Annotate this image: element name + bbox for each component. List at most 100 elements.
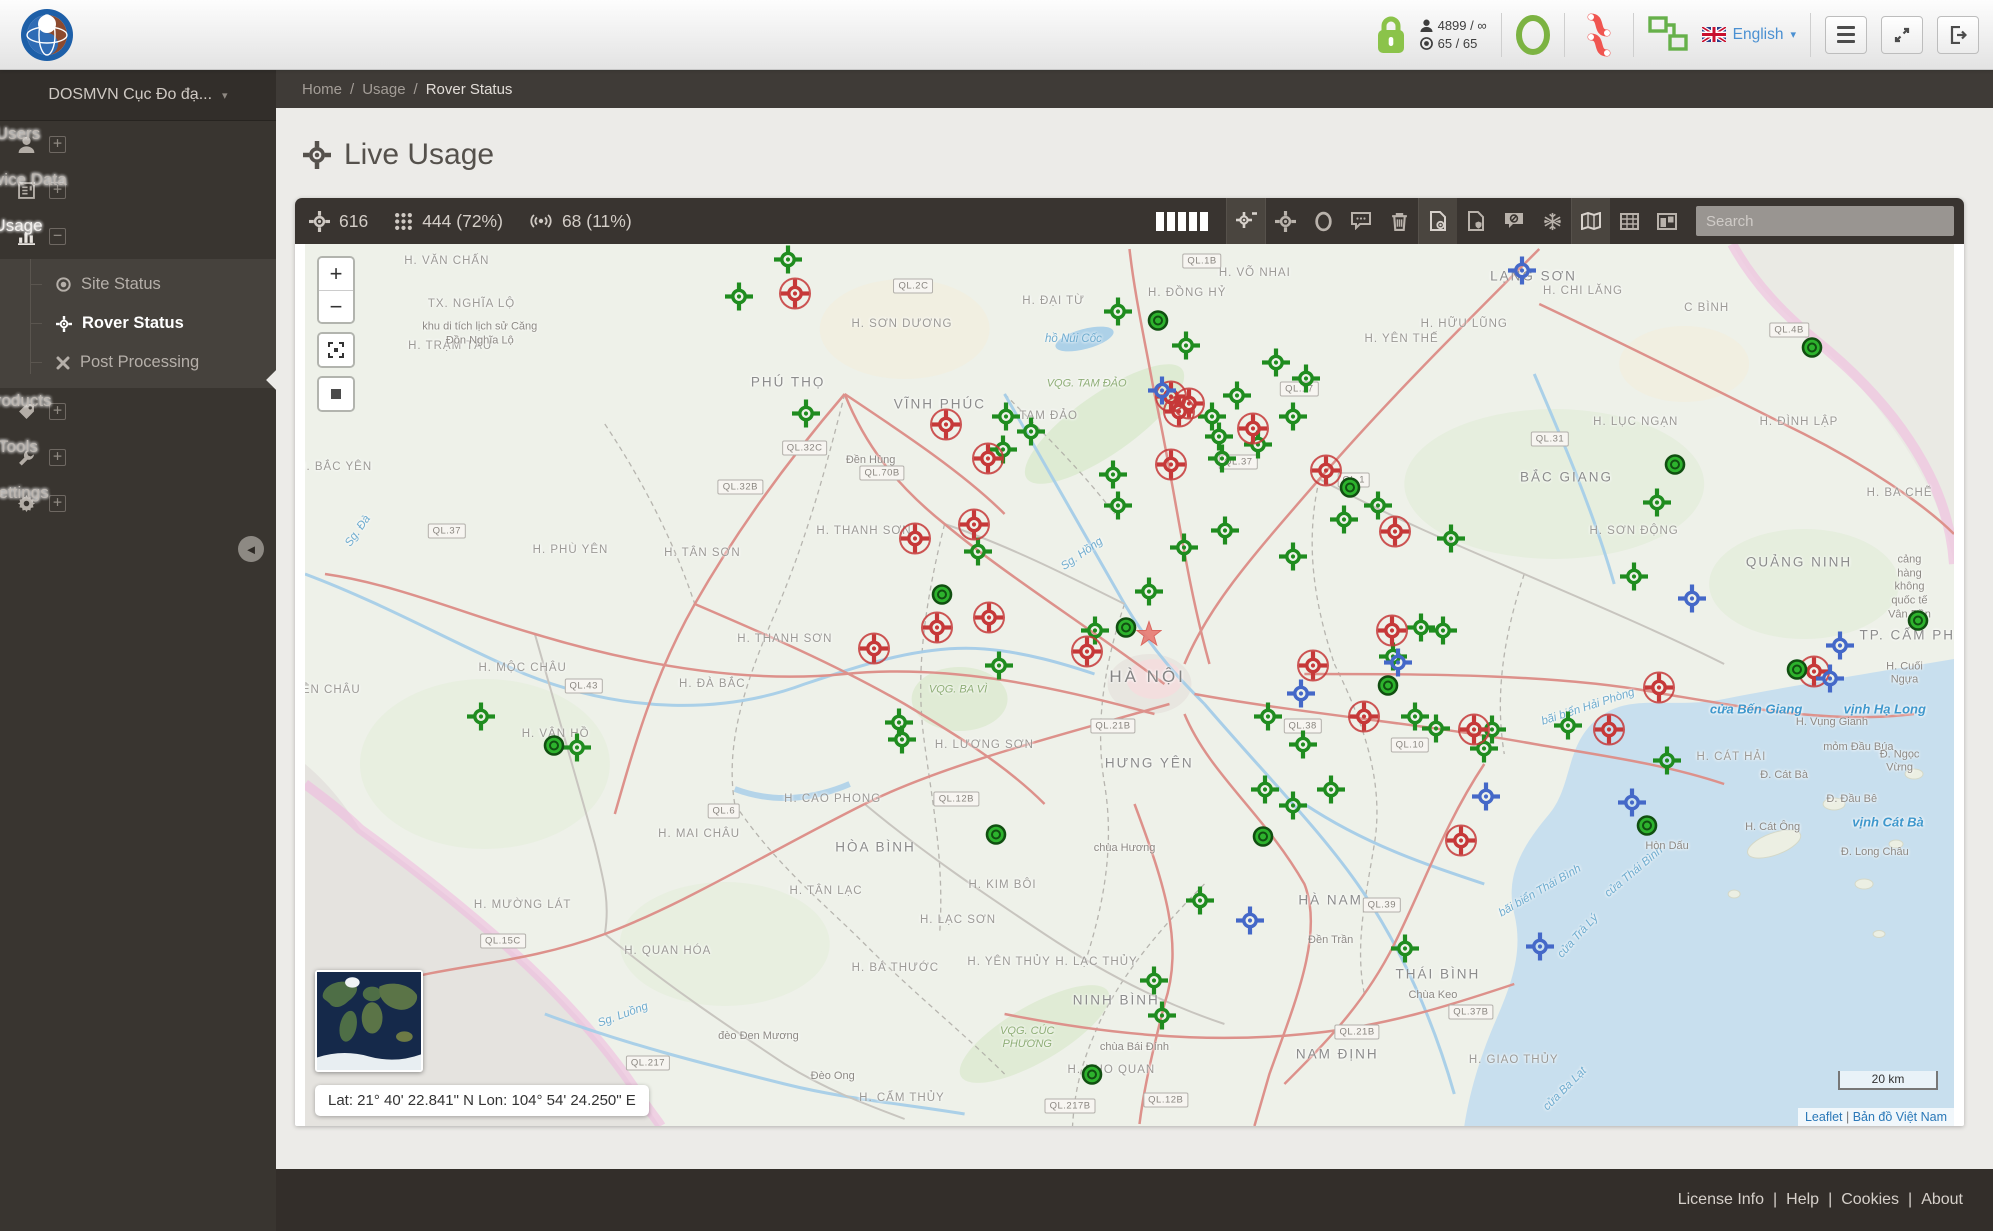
rover-marker-alert[interactable]: [1457, 712, 1491, 751]
rover-marker-alert[interactable]: [971, 441, 1005, 480]
rover-marker-green[interactable]: [1169, 329, 1203, 368]
sidebar-item-usage[interactable]: Usage −: [0, 213, 276, 259]
rover-marker-alert[interactable]: [1347, 700, 1381, 739]
rover-marker-alert[interactable]: [857, 632, 891, 671]
breadcrumb-usage[interactable]: Usage: [362, 81, 405, 98]
rover-marker-green[interactable]: [1276, 399, 1310, 438]
sidebar-item-service-data[interactable]: Service Data +: [0, 167, 276, 213]
rover-marker-alert[interactable]: [1642, 671, 1676, 710]
site-marker-green[interactable]: [930, 582, 954, 611]
fullscreen-button[interactable]: [1881, 16, 1923, 54]
rover-marker-blue[interactable]: [1145, 374, 1179, 413]
site-marker-green[interactable]: [1251, 825, 1275, 854]
export-protected-button[interactable]: [1457, 198, 1495, 244]
rover-marker-green[interactable]: [722, 279, 756, 318]
rover-marker-alert[interactable]: [929, 407, 963, 446]
export-log-button[interactable]: [1419, 198, 1457, 244]
rover-marker-green[interactable]: [1327, 502, 1361, 541]
org-selector[interactable]: DOSMVN Cục Đo đạ... ▾: [0, 70, 276, 121]
rover-marker-green[interactable]: [1132, 575, 1166, 614]
expand-icon[interactable]: +: [49, 449, 66, 466]
rover-marker-green[interactable]: [1014, 414, 1048, 453]
collapse-icon[interactable]: −: [49, 228, 66, 245]
help-link[interactable]: Help: [1786, 1191, 1819, 1209]
rover-marker-blue[interactable]: [1523, 929, 1557, 968]
overview-minimap[interactable]: [315, 970, 423, 1072]
rover-marker-green[interactable]: [885, 723, 919, 762]
rover-marker-alert[interactable]: [957, 508, 991, 547]
table-view-button[interactable]: [1610, 198, 1648, 244]
rover-marker-green[interactable]: [1183, 883, 1217, 922]
site-marker-green[interactable]: [542, 733, 566, 762]
show-rovers-button[interactable]: [1266, 198, 1304, 244]
rover-marker-alert[interactable]: [1154, 448, 1188, 487]
mute-messages-button[interactable]: [1495, 198, 1533, 244]
rover-marker-green[interactable]: [1617, 560, 1651, 599]
rover-marker-green[interactable]: [1314, 772, 1348, 811]
site-marker-green[interactable]: [1785, 657, 1809, 686]
expand-icon[interactable]: +: [49, 403, 66, 420]
zoom-out-button[interactable]: −: [319, 290, 353, 322]
rover-marker-blue[interactable]: [1675, 582, 1709, 621]
rover-marker-blue[interactable]: [1469, 779, 1503, 818]
rover-marker-green[interactable]: [1419, 711, 1453, 750]
license-info-link[interactable]: License Info: [1678, 1191, 1764, 1209]
site-marker-green[interactable]: [1376, 673, 1400, 702]
rover-marker-green[interactable]: [1650, 743, 1684, 782]
sidebar-item-tools[interactable]: Tools +: [0, 434, 276, 480]
rover-marker-blue[interactable]: [1813, 662, 1847, 701]
rover-marker-green[interactable]: [1434, 522, 1468, 561]
rover-marker-alert[interactable]: [1592, 712, 1626, 751]
rover-marker-alert[interactable]: [920, 611, 954, 650]
rover-marker-green[interactable]: [1167, 531, 1201, 570]
site-marker-green[interactable]: [1114, 616, 1138, 645]
hide-rovers-button[interactable]: [1227, 198, 1265, 244]
sidebar-item-settings[interactable]: Settings +: [0, 480, 276, 526]
expand-icon[interactable]: +: [49, 136, 66, 153]
show-sites-button[interactable]: [1304, 198, 1342, 244]
map[interactable]: LẠNG SƠNPHÚ THỌVĨNH PHÚCBẮC GIANGQUẢNG N…: [305, 244, 1954, 1126]
rover-marker-green[interactable]: [1286, 727, 1320, 766]
rover-marker-green[interactable]: [1289, 361, 1323, 400]
delete-button[interactable]: [1380, 198, 1418, 244]
rover-marker-alert[interactable]: [1378, 515, 1412, 554]
site-marker-green[interactable]: [1338, 476, 1362, 505]
freeze-button[interactable]: [1533, 198, 1571, 244]
sidebar-item-users[interactable]: Users +: [0, 121, 276, 167]
search-input[interactable]: [1696, 206, 1954, 236]
about-link[interactable]: About: [1921, 1191, 1963, 1209]
menu-button[interactable]: [1825, 16, 1867, 54]
site-marker-green[interactable]: [1635, 813, 1659, 842]
rover-marker-green[interactable]: [1640, 486, 1674, 525]
rover-marker-green[interactable]: [1276, 789, 1310, 828]
rover-marker-blue[interactable]: [1284, 677, 1318, 716]
rover-marker-green[interactable]: [1137, 964, 1171, 1003]
rover-marker-green[interactable]: [1426, 613, 1460, 652]
leaflet-link[interactable]: Leaflet: [1805, 1110, 1843, 1124]
rover-marker-green[interactable]: [1276, 539, 1310, 578]
rover-marker-green[interactable]: [1145, 998, 1179, 1037]
site-marker-green[interactable]: [1663, 453, 1687, 482]
rover-marker-green[interactable]: [1101, 294, 1135, 333]
site-marker-green[interactable]: [1906, 609, 1930, 638]
ring-status-icon[interactable]: [1516, 14, 1550, 56]
broken-link-icon[interactable]: [1579, 13, 1619, 57]
cookies-link[interactable]: Cookies: [1841, 1191, 1899, 1209]
rover-marker-alert[interactable]: [1070, 635, 1104, 674]
draw-rectangle-button[interactable]: [319, 378, 353, 410]
logout-button[interactable]: [1937, 16, 1979, 54]
rover-marker-green[interactable]: [1551, 709, 1585, 748]
rover-marker-blue[interactable]: [1505, 254, 1539, 293]
site-marker-green[interactable]: [1146, 309, 1170, 338]
rover-marker-blue[interactable]: [1233, 904, 1267, 943]
rover-marker-alert[interactable]: [898, 522, 932, 561]
expand-icon[interactable]: +: [49, 182, 66, 199]
sidebar-item-site-status[interactable]: Site Status: [0, 265, 276, 304]
site-marker-green[interactable]: [984, 822, 1008, 851]
rover-marker-green[interactable]: [789, 396, 823, 435]
sidebar-item-products[interactable]: Products +: [0, 388, 276, 434]
sidebar-collapse-button[interactable]: ◄: [238, 536, 264, 562]
breadcrumb-home[interactable]: Home: [302, 81, 342, 98]
rover-marker-green[interactable]: [1101, 488, 1135, 527]
expand-icon[interactable]: +: [49, 495, 66, 512]
